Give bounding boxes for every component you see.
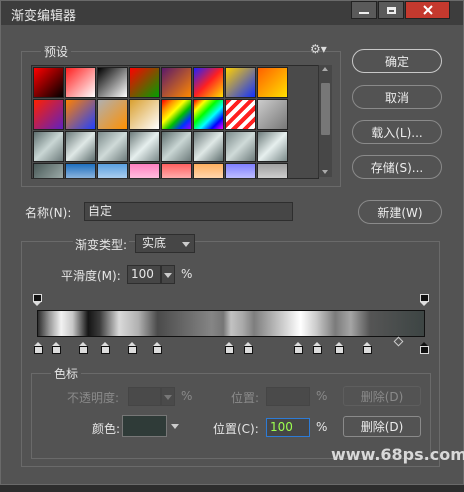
preset-swatch[interactable] — [65, 131, 96, 162]
color-stop-selected[interactable] — [420, 342, 429, 354]
scroll-up-arrow[interactable] — [322, 67, 328, 71]
chevron-down-icon — [164, 273, 172, 278]
title-bar[interactable]: 渐变编辑器 — [1, 1, 463, 25]
preset-swatch[interactable] — [257, 99, 288, 130]
preset-swatch[interactable] — [33, 163, 64, 178]
color-stop[interactable] — [79, 342, 88, 354]
minimize-button[interactable] — [351, 1, 377, 19]
opacity-input[interactable] — [128, 387, 161, 406]
gradient-type-value: 实底 — [142, 236, 167, 250]
smoothness-unit: % — [181, 267, 193, 281]
preset-swatch[interactable] — [193, 131, 224, 162]
preset-swatch[interactable] — [65, 67, 96, 98]
presets-label: 预设 — [41, 43, 72, 60]
location-input[interactable]: 100 — [266, 418, 310, 437]
color-delete-button[interactable]: 删除(D) — [343, 416, 421, 437]
opacity-stop[interactable] — [420, 294, 429, 306]
preset-swatch[interactable] — [161, 131, 192, 162]
opacity-label: 不透明度: — [67, 391, 120, 405]
color-stop[interactable] — [101, 342, 110, 354]
color-stop[interactable] — [153, 342, 162, 354]
preset-swatch[interactable] — [161, 67, 192, 98]
preset-swatch[interactable] — [97, 99, 128, 130]
window-title: 渐变编辑器 — [11, 9, 77, 24]
smoothness-input[interactable]: 100 — [127, 265, 161, 284]
preset-swatch[interactable] — [33, 99, 64, 130]
watermark: www.68ps.com — [331, 445, 464, 464]
name-label: 名称(N): — [25, 206, 72, 220]
gradient-type-label: 渐变类型: — [73, 236, 130, 253]
preset-swatch[interactable] — [225, 131, 256, 162]
preset-swatch[interactable] — [257, 163, 288, 178]
maximize-icon — [386, 6, 396, 14]
opacity-unit: % — [181, 389, 193, 403]
preset-swatch[interactable] — [129, 131, 160, 162]
preset-swatch[interactable] — [161, 99, 192, 130]
preset-swatch-grid — [31, 65, 319, 179]
preset-swatch[interactable] — [97, 131, 128, 162]
preset-swatch[interactable] — [193, 67, 224, 98]
stops-section-title: 色标 — [51, 365, 82, 382]
location-unit: % — [316, 420, 328, 434]
preset-swatch[interactable] — [97, 163, 128, 178]
ok-button[interactable]: 确定 — [352, 49, 442, 73]
load-button[interactable]: 载入(L)... — [352, 120, 442, 144]
color-stop[interactable] — [294, 342, 303, 354]
new-button[interactable]: 新建(W) — [358, 200, 442, 224]
scroll-thumb[interactable] — [321, 83, 330, 135]
opacity-dropdown[interactable] — [161, 387, 175, 406]
chevron-down-icon[interactable] — [171, 424, 179, 429]
opacity-location-label: 位置: — [231, 391, 260, 405]
opacity-location-input[interactable] — [266, 387, 310, 406]
preset-swatch[interactable] — [161, 163, 192, 178]
gradient-preview-bar[interactable] — [37, 310, 425, 337]
preset-swatch[interactable] — [257, 67, 288, 98]
preset-swatch[interactable] — [129, 163, 160, 178]
scroll-down-arrow[interactable] — [322, 170, 328, 174]
close-icon — [422, 5, 433, 15]
preset-swatch[interactable] — [97, 67, 128, 98]
background-strip — [0, 485, 464, 492]
preset-swatch[interactable] — [33, 67, 64, 98]
opacity-location-unit: % — [316, 389, 328, 403]
color-stop[interactable] — [313, 342, 322, 354]
gear-icon[interactable]: ⚙▾ — [310, 42, 327, 56]
chevron-down-icon — [164, 395, 172, 400]
preset-swatch[interactable] — [129, 67, 160, 98]
opacity-stop[interactable] — [33, 294, 42, 306]
cancel-button[interactable]: 取消 — [352, 85, 442, 109]
close-button[interactable] — [405, 1, 450, 19]
color-label: 颜色: — [92, 422, 121, 436]
color-stop[interactable] — [34, 342, 43, 354]
color-stop[interactable] — [363, 342, 372, 354]
preset-swatch[interactable] — [225, 163, 256, 178]
preset-swatch[interactable] — [193, 163, 224, 178]
chevron-down-icon — [182, 242, 190, 247]
gradient-editor-window: 渐变编辑器 预设 ⚙▾ 确定 取消 载入(L)... 存储(S)... 新建(W… — [0, 0, 464, 485]
opacity-delete-button[interactable]: 删除(D) — [343, 386, 421, 406]
preset-swatch[interactable] — [65, 163, 96, 178]
color-stop[interactable] — [335, 342, 344, 354]
save-button[interactable]: 存储(S)... — [352, 155, 442, 179]
color-swatch[interactable] — [122, 415, 167, 437]
preset-swatch[interactable] — [257, 131, 288, 162]
minimize-icon — [359, 12, 369, 14]
smoothness-dropdown[interactable] — [161, 265, 175, 284]
preset-swatch[interactable] — [225, 99, 256, 130]
color-stop[interactable] — [225, 342, 234, 354]
preset-scrollbar[interactable] — [318, 65, 332, 177]
maximize-button[interactable] — [378, 1, 404, 19]
preset-swatch[interactable] — [193, 99, 224, 130]
gradient-type-select[interactable]: 实底 — [135, 234, 195, 253]
location-label: 位置(C): — [213, 422, 259, 436]
name-input[interactable]: 自定 — [84, 202, 293, 221]
preset-swatch[interactable] — [129, 99, 160, 130]
smoothness-label: 平滑度(M): — [61, 269, 121, 283]
color-stop[interactable] — [128, 342, 137, 354]
preset-swatch[interactable] — [33, 131, 64, 162]
color-stop[interactable] — [52, 342, 61, 354]
preset-swatch[interactable] — [65, 99, 96, 130]
color-stop[interactable] — [244, 342, 253, 354]
preset-swatch[interactable] — [225, 67, 256, 98]
